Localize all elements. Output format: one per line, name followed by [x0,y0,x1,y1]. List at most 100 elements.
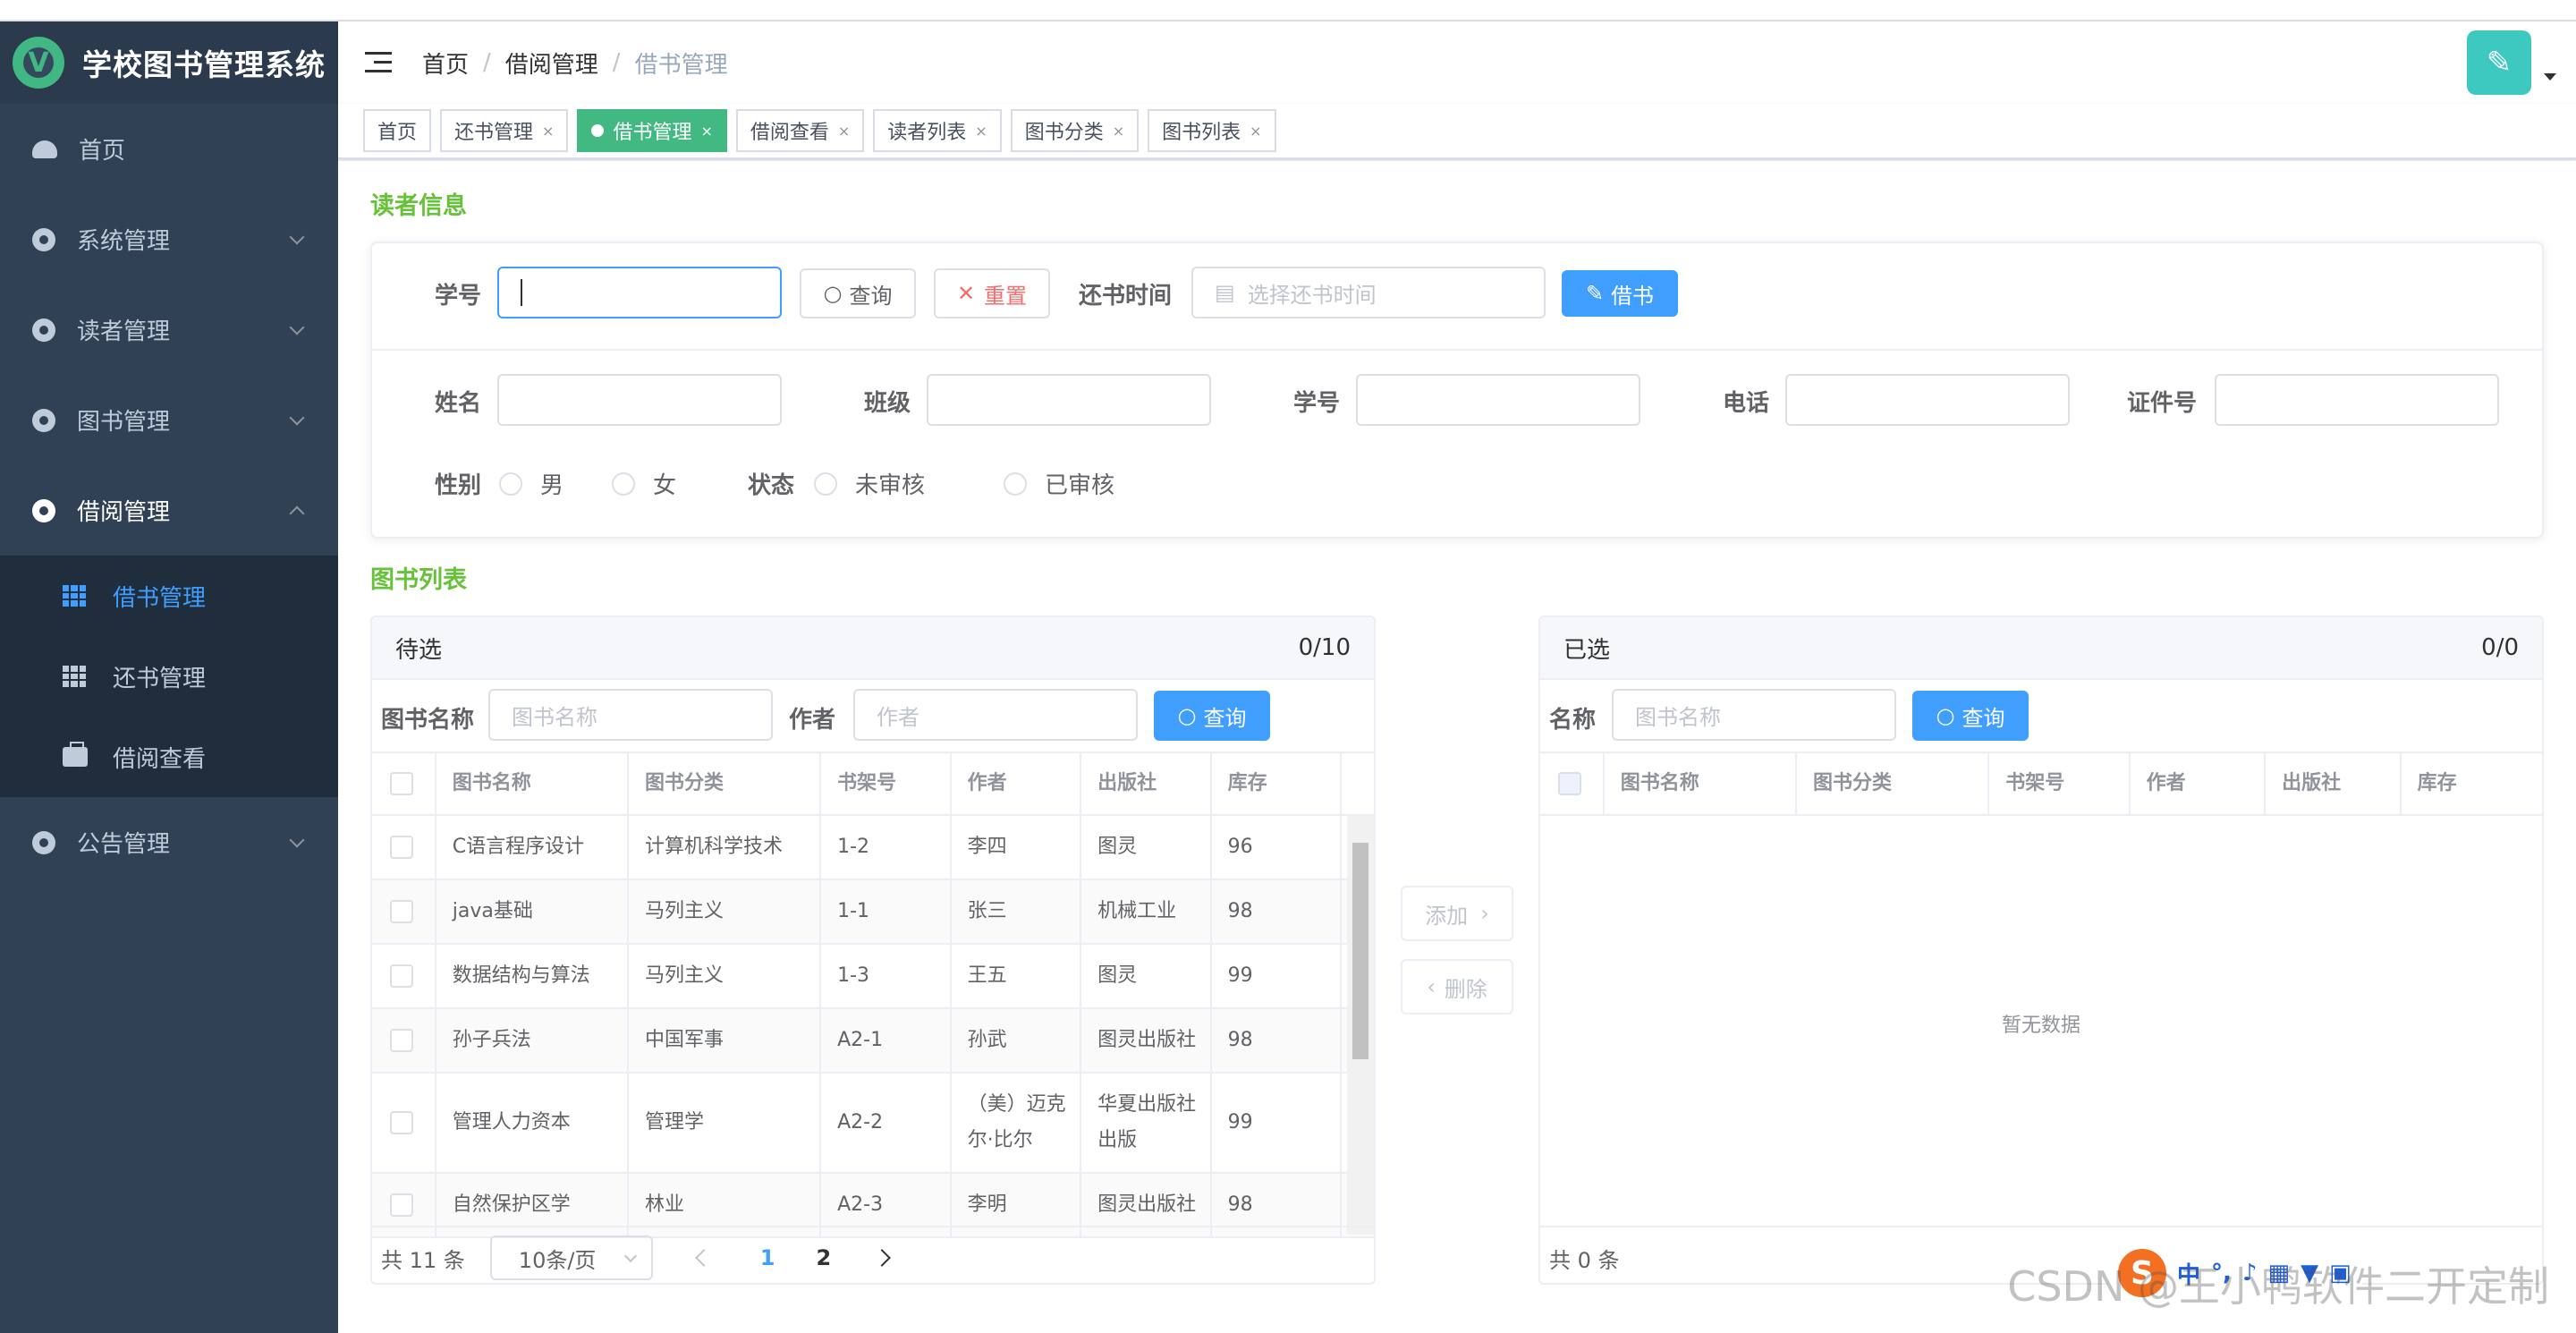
sidebar-subitem-label: 借书管理 [113,584,207,612]
gender-label: 性别 [435,472,482,499]
edit-icon: ✎ [1585,281,1605,306]
tag-borrow-books[interactable]: 借书管理 × [577,109,727,152]
book-name-input[interactable]: 图书名称 [488,689,773,741]
name-label: 姓名 [435,390,482,417]
row-checkbox[interactable] [390,836,413,859]
row-checkbox[interactable] [390,964,413,988]
name-field[interactable] [497,374,782,426]
row-checkbox[interactable] [390,1111,413,1134]
close-icon[interactable]: × [542,123,554,140]
breadcrumb-item-home[interactable]: 首页 [422,47,469,80]
breadcrumb-item-borrow[interactable]: 借阅管理 [505,47,598,80]
close-icon[interactable]: × [975,123,987,140]
column-header: 书架号 [821,753,952,814]
section-title-books: 图书列表 [370,566,467,594]
class-field[interactable] [927,374,1211,426]
page-2[interactable]: 2 [817,1245,832,1270]
breadcrumb-separator: / [612,49,621,76]
row-checkbox[interactable] [390,900,413,923]
sidebar-item-label: 借阅管理 [77,499,171,526]
sidebar-subitem-borrow-view[interactable]: 借阅查看 [0,717,338,797]
panel-title: 待选 [395,636,443,664]
select-all-checkbox [1558,772,1581,795]
tag-book-category[interactable]: 图书分类 × [1010,109,1140,152]
chevron-up-icon [289,505,305,522]
remove-button[interactable]: ‹ 删除 [1401,959,1513,1015]
query-button[interactable]: ○ 查询 [800,268,916,318]
status-radio-pending[interactable]: 未审核 [814,467,925,500]
table-cell: C语言程序设计 [436,816,629,879]
chevron-down-icon [289,319,305,335]
close-icon[interactable]: × [1113,123,1124,140]
sidebar-subitem-borrow-books[interactable]: 借书管理 [0,556,338,636]
app-root: V 学校图书管理系统 首页 系统管理 读者管理 图书管理 借阅管理 借书管理 还… [0,0,2576,1333]
app-title: 学校图书管理系统 [82,47,326,82]
add-button[interactable]: 添加 › [1401,886,1513,941]
circle-icon [32,318,55,342]
close-icon[interactable]: × [700,123,712,140]
select-all-checkbox[interactable] [390,772,413,795]
table-cell: 99 [1212,1074,1343,1172]
next-page-icon[interactable] [873,1249,892,1267]
table-cell: 张三 [952,880,1082,943]
row-checkbox[interactable] [390,1193,413,1217]
table-row[interactable]: C语言程序设计 计算机科学技术 1-2 李四 图灵 96 [372,816,1374,880]
caret-down-icon[interactable] [2544,73,2556,81]
tag-book-list[interactable]: 图书列表 × [1148,109,1276,152]
student-id-input[interactable] [497,267,782,318]
phone-field[interactable] [1785,374,2070,426]
close-icon[interactable]: × [838,123,850,140]
chevron-down-icon [289,832,305,848]
sidebar-item-system[interactable]: 系统管理 [0,194,338,284]
column-header: 图书分类 [629,753,822,814]
sidebar-subitem-return-books[interactable]: 还书管理 [0,636,338,717]
author-input[interactable]: 作者 [853,689,1138,741]
page-1[interactable]: 1 [760,1245,775,1270]
table-row[interactable]: 孙子兵法 中国军事 A2-1 孙武 图灵出版社 98 [372,1009,1374,1074]
close-icon[interactable]: × [1250,123,1261,140]
table-cell: 李四 [952,816,1082,879]
reset-button[interactable]: ✕ 重置 [934,268,1050,318]
tag-home[interactable]: 首页 [363,109,432,152]
selected-name-input[interactable]: 图书名称 [1612,689,1896,741]
table-icon [63,666,86,687]
prev-page-icon[interactable] [694,1249,713,1267]
table-row[interactable]: java基础 马列主义 1-1 张三 机械工业 98 [372,880,1374,945]
page-size-select[interactable]: 10条/页 [489,1235,653,1280]
avatar[interactable]: ✎ [2467,30,2531,95]
id-card-field[interactable] [2215,374,2499,426]
tag-return-books[interactable]: 还书管理 × [440,109,569,152]
checkbox-cell [372,880,436,943]
gender-radio-female[interactable]: 女 [612,467,676,500]
scrollbar-thumb[interactable] [1352,843,1368,1059]
table-row[interactable]: 数据结构与算法 马列主义 1-3 王五 图灵 99 [372,945,1374,1009]
panel-title: 已选 [1563,636,1611,664]
hamburger-icon[interactable] [365,52,392,73]
sidebar-item-notices[interactable]: 公告管理 [0,797,338,887]
chevron-down-icon [289,410,305,426]
tag-reader-list[interactable]: 读者列表 × [873,109,1002,152]
gender-radio-male[interactable]: 男 [499,467,564,500]
table-cell: 99 [1212,945,1343,1007]
table-scrollbar[interactable] [1347,816,1374,1235]
column-header: 图书分类 [1797,753,1990,814]
logo-row[interactable]: V 学校图书管理系统 [0,21,338,104]
table-row[interactable]: 管理人力资本 管理学 A2-2 （美）迈克尔·比尔 华夏出版社出版 99 [372,1074,1374,1174]
briefcase-icon [63,742,88,767]
table-cell: 马列主义 [629,945,822,1007]
sidebar-item-readers[interactable]: 读者管理 [0,284,338,375]
tag-borrow-view[interactable]: 借阅查看 × [735,109,865,152]
sidebar-item-borrow[interactable]: 借阅管理 [0,465,338,556]
row-checkbox[interactable] [390,1029,413,1052]
transfer-panel-selected: 已选 0/0 名称 图书名称 ○ 查询 图书名称 图书分类 书架号 作者 出版社 … [1538,616,2544,1285]
reader-id-field[interactable] [1356,374,1640,426]
sidebar-item-home[interactable]: 首页 [0,104,338,194]
sidebar-subitem-label: 还书管理 [113,665,207,692]
book-query-button[interactable]: ○ 查询 [1154,691,1270,741]
table-cell: 中国军事 [629,1009,822,1072]
borrow-button[interactable]: ✎ 借书 [1562,270,1678,317]
selected-query-button[interactable]: ○ 查询 [1912,691,2029,741]
return-time-picker[interactable]: ▤ 选择还书时间 [1191,267,1546,318]
status-radio-approved[interactable]: 已审核 [1004,467,1114,500]
sidebar-item-books[interactable]: 图书管理 [0,375,338,465]
